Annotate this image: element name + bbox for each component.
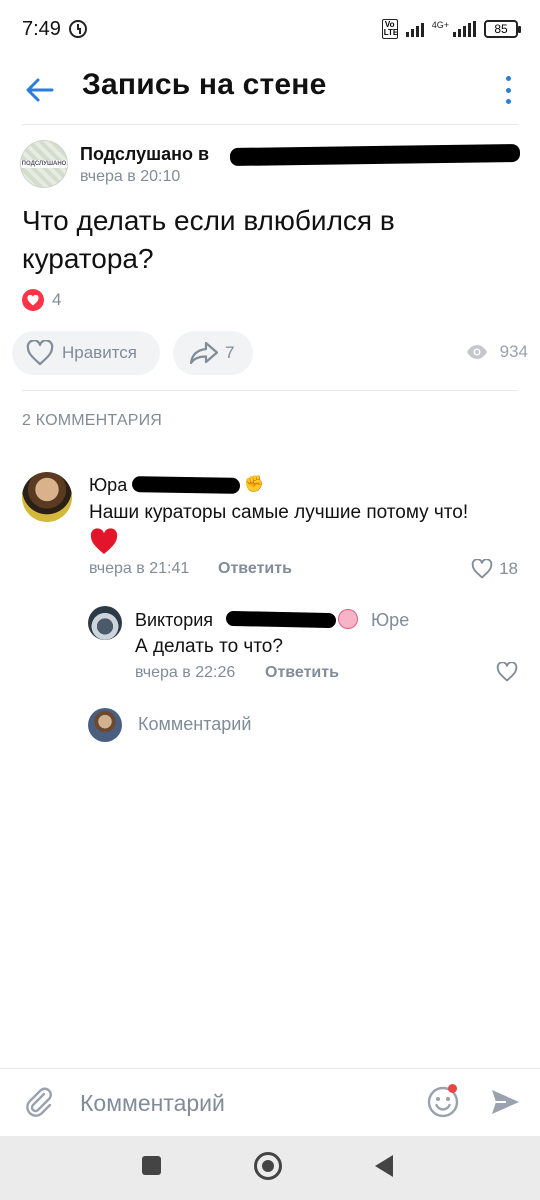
fist-emoji-icon: ✊: [244, 476, 264, 493]
share-count: 7: [225, 343, 235, 362]
heart-icon: [26, 340, 54, 366]
page-title: Запись на стене: [82, 68, 327, 101]
reply-text: А делать то что?: [135, 636, 283, 657]
system-back-button[interactable]: [375, 1155, 393, 1177]
reply-author-name[interactable]: Виктория: [135, 610, 213, 631]
like-button-label: Нравится: [62, 343, 138, 362]
signal-icon-2: [453, 21, 476, 37]
divider: [22, 124, 518, 125]
heart-icon: [471, 559, 493, 579]
red-heart-emoji-icon: [89, 528, 119, 556]
inline-comment-input[interactable]: Комментарий: [138, 714, 251, 735]
redaction-mark: [131, 476, 241, 494]
paperclip-icon: [26, 1087, 52, 1117]
send-button[interactable]: [488, 1085, 522, 1119]
views-count: 934: [499, 342, 528, 361]
recent-apps-button[interactable]: [142, 1156, 161, 1175]
reply-to-name[interactable]: Юре: [371, 610, 409, 631]
battery-icon: 85: [484, 20, 521, 38]
alarm-icon: [68, 20, 87, 38]
heart-icon: [496, 661, 518, 682]
reply-avatar[interactable]: [88, 606, 122, 640]
current-user-avatar: [88, 708, 122, 742]
post-text: Что делать если влюбился в куратора?: [22, 205, 395, 274]
post-author-avatar[interactable]: ПОДСЛУШАНО: [20, 140, 68, 188]
signal-icon: [405, 21, 424, 37]
comment-like-button[interactable]: 18: [471, 559, 518, 579]
comments-count-header: 2 КОММЕНТАРИЯ: [22, 412, 163, 429]
back-button[interactable]: [22, 72, 58, 108]
comment-time: вчера в 21:41: [89, 560, 190, 577]
post-time: вчера в 20:10: [80, 168, 181, 185]
views-counter: 934: [466, 342, 528, 362]
comment-like-count: 18: [499, 559, 518, 578]
system-nav-bar: [0, 1136, 540, 1200]
divider: [22, 390, 518, 391]
share-icon: [189, 341, 219, 365]
back-arrow-icon: [26, 78, 54, 102]
home-button[interactable]: [254, 1152, 282, 1180]
notification-dot: [448, 1084, 457, 1093]
send-icon: [492, 1090, 519, 1114]
status-indicators: Vo LTE 4G+ 85: [381, 19, 521, 39]
face-emoji-icon: [338, 609, 358, 629]
reply-button[interactable]: Ответить: [265, 664, 339, 682]
reply-time: вчера в 22:26: [135, 664, 236, 681]
reaction-count[interactable]: 4: [52, 290, 61, 310]
more-vertical-icon[interactable]: [498, 74, 518, 106]
status-bar: 7:49 Vo LTE 4G+ 85: [0, 0, 540, 58]
network-type: 4G+: [431, 19, 449, 30]
reply-button[interactable]: Ответить: [218, 560, 292, 578]
app-header: Запись на стене: [0, 58, 540, 124]
avatar-logo-text: ПОДСЛУШАНО: [21, 160, 67, 168]
heart-reaction-icon[interactable]: [22, 289, 44, 311]
eye-icon: [466, 345, 487, 359]
status-time: 7:49: [22, 17, 61, 40]
comment-author-name[interactable]: Юра: [89, 475, 127, 496]
volte-icon: Vo LTE: [381, 19, 399, 39]
comment-avatar[interactable]: [22, 472, 72, 522]
redaction-mark: [225, 610, 337, 629]
share-button[interactable]: 7: [173, 331, 253, 375]
comment-input[interactable]: Комментарий: [80, 1090, 225, 1117]
like-button[interactable]: Нравится: [12, 331, 160, 375]
comment-text: Наши кураторы самые лучшие потому что!: [89, 502, 469, 523]
attach-button[interactable]: [22, 1085, 56, 1119]
comment-input-bar: Комментарий: [0, 1068, 540, 1136]
reply-like-button[interactable]: [496, 661, 518, 687]
